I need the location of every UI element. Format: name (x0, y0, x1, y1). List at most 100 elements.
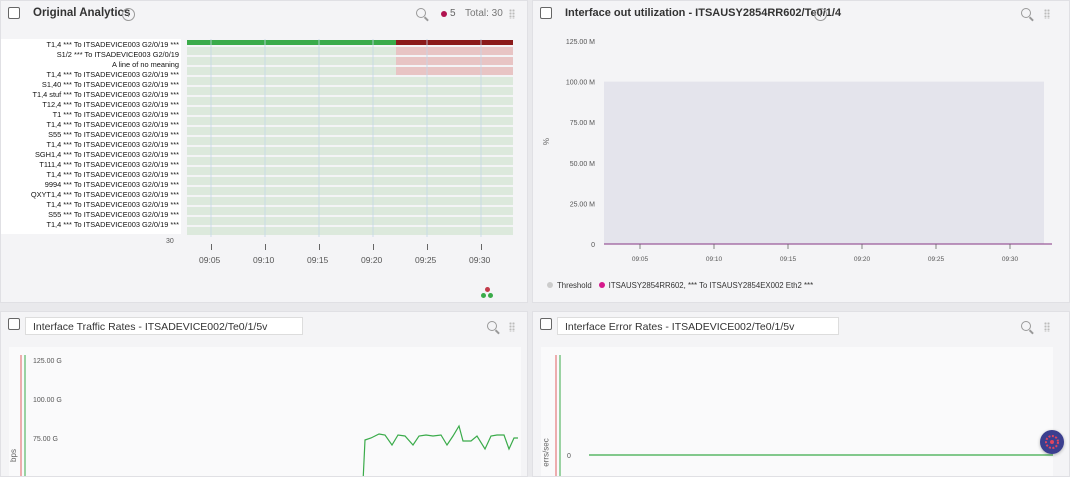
y-tick-label: 0 (567, 453, 571, 460)
panel-select-checkbox[interactable] (8, 7, 20, 19)
y-tick-label: 125.00 M (566, 39, 595, 46)
utilization-panel: Interface out utilization - ITSAUSY2854R… (532, 0, 1070, 303)
panel-header: Interface out utilization - ITSAUSY2854R… (533, 1, 1069, 29)
x-tick-label: 09:30 (469, 255, 491, 265)
row-label: T1 *** To ITSADEVICE003 G2/0/19 *** (52, 110, 179, 119)
heatmap-row (187, 167, 513, 175)
row-label: T1,4 *** To ITSADEVICE003 G2/0/19 *** (46, 120, 179, 129)
chat-widget-button[interactable] (1040, 430, 1064, 454)
errors-panel: Interface Error Rates - ITSADEVICE002/Te… (532, 311, 1070, 477)
heatmap-row (187, 217, 513, 225)
y-tick-label: 100.00 M (566, 80, 595, 87)
x-tick-mark (373, 244, 374, 250)
x-tick-label: 09:25 (928, 256, 945, 263)
heatmap-row (187, 157, 513, 165)
row-label: T1,4 *** To ITSADEVICE003 G2/0/19 *** (46, 200, 179, 209)
info-icon[interactable]: i (122, 8, 135, 21)
row-label: T1,4 stuf *** To ITSADEVICE003 G2/0/19 *… (32, 90, 179, 99)
error-chart: 0 (555, 355, 1053, 476)
heatmap-row (187, 147, 513, 155)
row-label: SGH1,4 *** To ITSADEVICE003 G2/0/19 *** (34, 150, 179, 159)
legend-item[interactable]: ITSAUSY2854RR602, *** To ITSAUSY2854EX00… (598, 281, 814, 291)
heatmap-row (187, 107, 513, 115)
x-tick-mark (211, 244, 212, 250)
x-tick-mark (265, 244, 266, 250)
search-icon[interactable] (416, 8, 426, 18)
x-tick-label: 09:30 (1002, 256, 1019, 263)
utilization-area (604, 81, 1044, 244)
panel-select-checkbox[interactable] (8, 318, 20, 330)
availability-heatmap (187, 39, 513, 237)
traffic-chart: 125.00 G 100.00 G 75.00 G (20, 355, 518, 476)
row-label: A line of no meaning (112, 60, 179, 69)
heatmap-row (187, 117, 513, 125)
panel-title: Interface Traffic Rates - ITSADEVICE002/… (33, 321, 268, 333)
search-icon[interactable] (487, 321, 497, 331)
drag-handle-icon[interactable] (1044, 9, 1050, 19)
legend-swatch (547, 282, 553, 289)
chat-bubble-icon (1045, 435, 1059, 449)
heatmap-row (187, 127, 513, 135)
x-tick-mark (427, 244, 428, 250)
y-tick-label: 75.00 G (33, 436, 58, 443)
row-label: T111,4 *** To ITSADEVICE003 G2/0/19 *** (39, 160, 179, 169)
x-tick-label: 09:10 (253, 255, 275, 265)
heatmap-row (187, 87, 513, 95)
heatmap-row-down (396, 67, 513, 75)
traffic-panel: Interface Traffic Rates - ITSADEVICE002/… (0, 311, 528, 477)
alert-count: 5 (450, 8, 456, 19)
panel-header: Original Analytics i 5 Total: 30 (1, 1, 527, 29)
row-label: QXYT1,4 *** To ITSADEVICE003 G2/0/19 *** (30, 190, 179, 199)
x-tick-label: 09:10 (706, 256, 723, 263)
x-axis: 09:05 09:10 09:15 09:20 09:25 09:30 (187, 244, 513, 274)
x-tick-label: 09:05 (632, 256, 649, 263)
row-labels: T1,4 *** To ITSADEVICE003 G2/0/19 *** S1/… (1, 39, 181, 234)
heatmap-row (187, 97, 513, 105)
row-label: 9994 *** To ITSADEVICE003 G2/0/19 *** (44, 180, 179, 189)
legend-label: Threshold (557, 281, 592, 291)
utilization-chart: 125.00 M 100.00 M 75.00 M 50.00 M 25.00 M 0 09… (566, 39, 1052, 263)
x-tick-mark (319, 244, 320, 250)
legend-item[interactable]: Threshold (547, 281, 592, 290)
heatmap-row (187, 77, 513, 85)
panel-select-checkbox[interactable] (540, 318, 552, 330)
heatmap-row (187, 187, 513, 195)
row-label: T1,4 *** To ITSADEVICE003 G2/0/19 *** (46, 170, 179, 179)
row-label: S1,40 *** To ITSADEVICE003 G2/0/19 *** (41, 80, 179, 89)
row-label: T1,4 *** To ITSADEVICE003 G2/0/19 *** (46, 70, 179, 79)
panel-title: Interface out utilization - ITSAUSY2854R… (565, 7, 842, 19)
drag-handle-icon[interactable] (1044, 322, 1050, 332)
row-label: S55 *** To ITSADEVICE003 G2/0/19 *** (48, 130, 179, 139)
heatmap-row (187, 207, 513, 215)
row-label: T12,4 *** To ITSADEVICE003 G2/0/19 *** (42, 100, 179, 109)
y-extra-label: 30 (166, 238, 174, 245)
heatmap-row-down (396, 57, 513, 65)
traffic-series-line (362, 424, 518, 476)
x-tick-label: 09:20 (361, 255, 383, 265)
row-label: S55 *** To ITSADEVICE003 G2/0/19 *** (48, 210, 179, 219)
search-icon[interactable] (1021, 321, 1031, 331)
row-label: T1,4 *** To ITSADEVICE003 G2/0/19 *** (46, 220, 179, 229)
y-tick-label: 100.00 G (33, 397, 62, 404)
search-icon[interactable] (1021, 8, 1031, 18)
panel-title: Interface Error Rates - ITSADEVICE002/Te… (565, 321, 795, 333)
total-count: Total: 30 (465, 8, 503, 19)
drag-handle-icon[interactable] (509, 9, 515, 19)
heatmap-row (187, 227, 513, 235)
x-tick-label: 09:20 (854, 256, 871, 263)
original-analytics-panel: Original Analytics i 5 Total: 30 T1,4 **… (0, 0, 528, 303)
heatmap-row-down (396, 47, 513, 55)
chart-options-icon[interactable] (481, 287, 495, 301)
info-icon[interactable]: i (814, 8, 827, 21)
x-tick-label: 09:15 (307, 255, 329, 265)
panel-header: Interface Error Rates - ITSADEVICE002/Te… (533, 312, 1069, 340)
heatmap-row (187, 177, 513, 185)
y-tick-label: 50.00 M (570, 161, 595, 168)
legend-swatch (598, 282, 605, 289)
panel-title: Original Analytics (33, 7, 131, 19)
legend-label: ITSAUSY2854RR602, *** To ITSAUSY2854EX00… (608, 281, 814, 291)
alert-dot-icon (441, 11, 447, 17)
drag-handle-icon[interactable] (509, 322, 515, 332)
panel-select-checkbox[interactable] (540, 7, 552, 19)
heatmap-row (187, 197, 513, 205)
